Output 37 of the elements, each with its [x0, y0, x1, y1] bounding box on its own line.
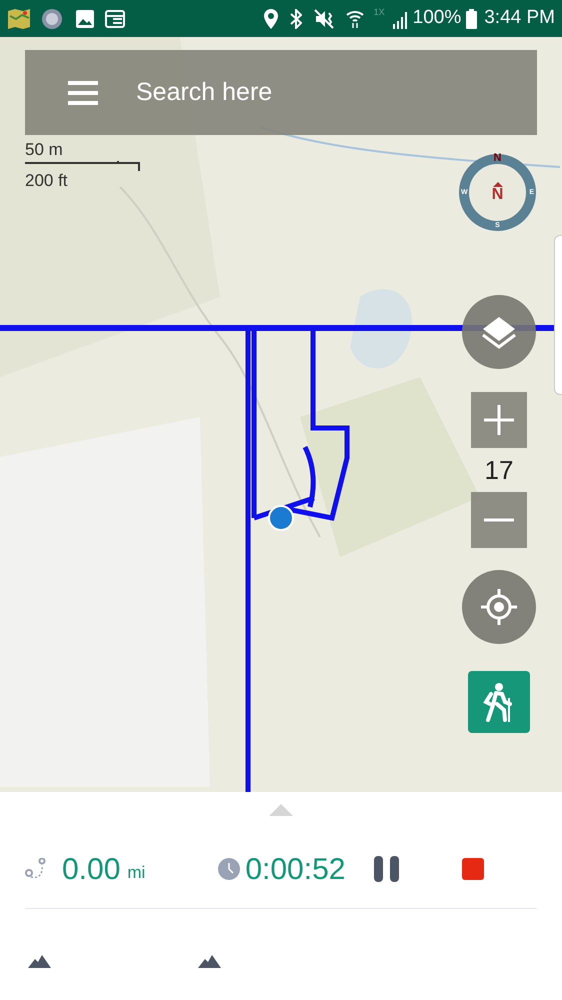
- wifi-icon: [346, 8, 364, 28]
- distance-value: 0.00: [62, 852, 120, 888]
- mountain-icon: [28, 955, 51, 968]
- activity-button[interactable]: [468, 671, 530, 733]
- distance-unit: mi: [127, 862, 146, 884]
- menu-icon[interactable]: [68, 80, 98, 104]
- bluetooth-icon: [290, 8, 302, 28]
- zoom-out-button[interactable]: [471, 492, 527, 548]
- search-bar[interactable]: Search here: [25, 50, 537, 135]
- scale-metric-label: 50 m: [25, 139, 64, 161]
- minus-icon: [484, 518, 514, 522]
- compass-heading: N: [492, 187, 504, 203]
- clock-icon: [218, 858, 240, 880]
- zoom-level: 17: [484, 454, 514, 486]
- compass-north: N: [494, 153, 502, 164]
- zoom-in-button[interactable]: [471, 392, 527, 448]
- circle-icon: [41, 8, 63, 30]
- search-placeholder: Search here: [136, 76, 272, 108]
- route-icon: [25, 858, 47, 880]
- clock-time: 3:44 PM: [484, 6, 555, 30]
- network-type: 1X: [374, 6, 385, 19]
- stop-button[interactable]: [462, 858, 484, 880]
- scale-imperial-label: 200 ft: [25, 171, 69, 191]
- battery-percent: 100%: [412, 6, 462, 30]
- duration-value: 0:00:52: [245, 852, 346, 888]
- location-pin-icon: [264, 8, 278, 28]
- crosshair-icon: [481, 589, 517, 625]
- battery-icon: [466, 8, 478, 28]
- mountain-icon: [198, 955, 221, 968]
- layers-icon: [481, 315, 517, 349]
- plus-icon: [484, 405, 514, 435]
- calendar-icon: [105, 10, 125, 28]
- image-icon: [75, 8, 95, 28]
- north-arrow-icon: [492, 182, 502, 187]
- pause-button[interactable]: [374, 856, 400, 882]
- muted-vibrate-icon: [314, 8, 334, 28]
- map-app-icon: [7, 8, 31, 30]
